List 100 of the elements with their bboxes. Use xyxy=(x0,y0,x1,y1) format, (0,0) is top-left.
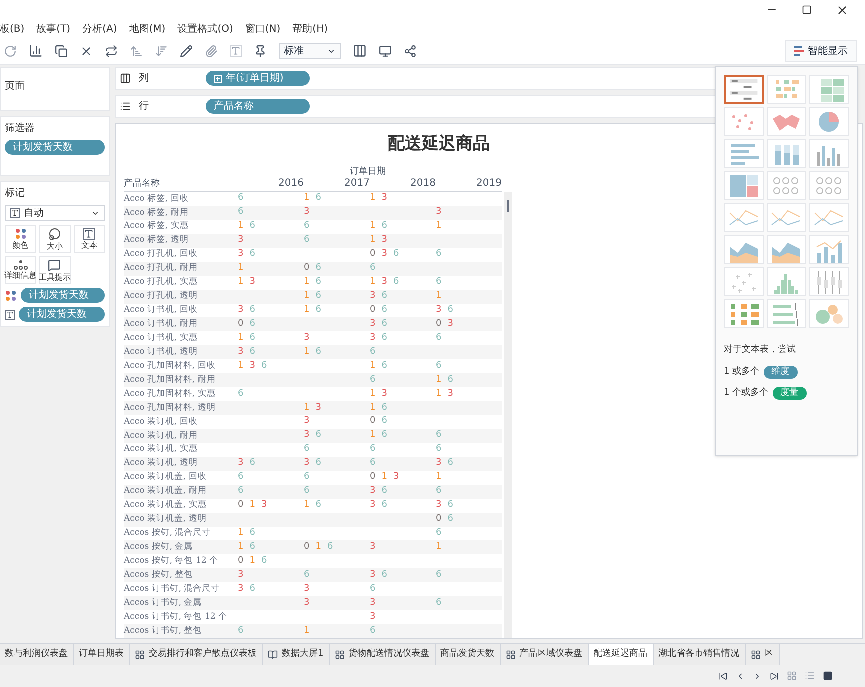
duplicate-icon[interactable] xyxy=(55,44,68,58)
sheet-tab[interactable]: 数据大屏1 xyxy=(263,644,330,665)
text-icon[interactable] xyxy=(230,45,242,57)
sort-ascending-icon[interactable] xyxy=(130,44,143,58)
sheet-tab[interactable]: 区 xyxy=(746,644,780,665)
menu-item[interactable]: 帮助(H) xyxy=(292,22,328,36)
value-mark: 6 xyxy=(393,278,400,288)
paperclip-icon[interactable] xyxy=(205,44,218,58)
value-mark: 1 xyxy=(436,390,442,399)
dashboard-icon xyxy=(135,650,145,660)
value-mark: 1 xyxy=(304,194,310,204)
dashboard-icon xyxy=(750,650,761,660)
product-name-cell-text: Accos 按钉, 金属 xyxy=(124,541,194,554)
product-name-cell-text: Accos 订书钉, 每包 12 个 xyxy=(124,610,228,624)
close-icon[interactable] xyxy=(836,4,849,16)
pin-icon[interactable] xyxy=(254,44,267,58)
value-mark: 3 xyxy=(261,501,268,510)
expand-icon[interactable] xyxy=(214,74,222,82)
menu-item[interactable]: 地图(M) xyxy=(129,22,166,36)
new-worksheet-icon[interactable] xyxy=(29,44,43,58)
sheet-tab[interactable]: 商品发货天数 xyxy=(436,644,501,665)
value-mark: 0 xyxy=(370,417,376,426)
value-mark: 6 xyxy=(316,431,322,440)
menu-item[interactable]: 窗口(N) xyxy=(245,22,281,36)
value-mark: 3 xyxy=(250,362,256,371)
value-mark: 3 xyxy=(304,417,310,426)
value-mark: 6 xyxy=(250,334,256,343)
next-sheet-icon[interactable] xyxy=(753,672,762,680)
previous-sheet-icon[interactable] xyxy=(736,672,745,680)
value-mark: 3 xyxy=(370,501,376,510)
sheet-tab[interactable]: 湖北省各市销售情况 xyxy=(654,644,746,665)
value-mark: 6 xyxy=(316,306,322,315)
last-sheet-icon[interactable] xyxy=(770,672,779,680)
product-name-cell-text: Acco 标签, 耐用 xyxy=(124,206,190,220)
value-mark: 6 xyxy=(382,501,388,510)
value-mark: 6 xyxy=(250,348,256,357)
mark-property-button[interactable]: 工具提示 xyxy=(39,256,71,284)
value-mark: 1 xyxy=(250,501,256,510)
sheet-tab[interactable]: 货物配送情况仪表盘 xyxy=(330,644,436,665)
sheet-tab[interactable]: 配送延迟商品 xyxy=(588,644,654,665)
mark-property-button[interactable]: 文本 xyxy=(74,225,105,253)
value-mark: 0 xyxy=(304,542,310,552)
product-name-cell-text: Acco 装订机盖, 透明 xyxy=(124,513,208,526)
dimension-pill: 维度 xyxy=(764,366,798,379)
maximize-icon[interactable] xyxy=(802,5,812,15)
requirement-label: 1 或多个 xyxy=(724,366,760,378)
tabs-view-icon[interactable] xyxy=(823,671,833,681)
value-mark: 3 xyxy=(238,306,244,315)
value-mark: 6 xyxy=(382,431,388,440)
value-mark: 3 xyxy=(304,584,310,594)
mark-property-button[interactable]: 详细信息 xyxy=(5,256,36,284)
menu-item[interactable]: 板(B) xyxy=(0,22,25,36)
mark-property-button[interactable]: 颜色 xyxy=(5,225,36,253)
menu-item[interactable]: 设置格式(O) xyxy=(178,22,234,36)
value-mark: 6 xyxy=(238,473,244,482)
chart-type-thumbnail[interactable] xyxy=(724,75,764,104)
show-me-button[interactable]: 智能显示 xyxy=(785,40,857,62)
value-mark: 6 xyxy=(370,626,376,636)
fit-dropdown[interactable]: 标准 xyxy=(279,43,341,59)
value-mark: 6 xyxy=(304,570,310,580)
menu-item[interactable]: 分析(A) xyxy=(82,22,118,36)
value-mark: 1 xyxy=(316,542,322,552)
redo-icon[interactable] xyxy=(4,44,17,58)
product-name-cell-text: Accos 订书钉, 整包 xyxy=(124,624,204,638)
scrollbar[interactable] xyxy=(504,192,512,638)
mark-type-dropdown[interactable]: 自动 xyxy=(5,205,105,221)
value-mark: 0 xyxy=(370,473,376,482)
sheet-tab[interactable]: 交易排行和客户散点仪表板 xyxy=(130,644,263,665)
swap-icon[interactable] xyxy=(105,44,118,58)
mark-property-button[interactable]: 大小 xyxy=(39,225,71,253)
value-mark: 6 xyxy=(238,626,244,636)
value-mark: 6 xyxy=(250,306,256,315)
highlight-pen-icon[interactable] xyxy=(180,44,193,58)
presentation-icon[interactable] xyxy=(379,44,392,58)
sheet-tab[interactable]: 产品区域仪表盘 xyxy=(500,644,589,665)
value-mark: 6 xyxy=(250,528,256,538)
dashboard-icon xyxy=(506,650,516,660)
first-sheet-icon[interactable] xyxy=(719,672,728,680)
value-mark: 1 xyxy=(370,236,376,246)
product-name-cell-text: Accos 按钉, 每包 12 个 xyxy=(124,554,220,568)
value-mark: 6 xyxy=(436,362,442,371)
value-mark: 6 xyxy=(238,194,244,204)
filmstrip-icon[interactable] xyxy=(805,671,815,681)
sheet-tab[interactable]: 数与利润仪表盘 xyxy=(0,644,74,665)
value-mark: 6 xyxy=(370,459,376,468)
value-mark: 6 xyxy=(382,334,388,343)
sort-descending-icon[interactable] xyxy=(155,44,168,58)
clear-sheet-icon[interactable] xyxy=(80,44,93,58)
value-mark: 6 xyxy=(382,362,388,371)
sheet-tab[interactable]: 订单日期表 xyxy=(74,644,130,665)
show-cards-icon[interactable] xyxy=(353,44,367,58)
value-mark: 1 xyxy=(304,501,310,510)
show-me-icon xyxy=(794,46,804,56)
sheet-sorter-icon[interactable] xyxy=(787,671,797,681)
value-mark: 6 xyxy=(250,584,256,594)
row-header: 产品名称 xyxy=(124,178,161,190)
value-mark: 0 xyxy=(238,320,244,329)
share-icon[interactable] xyxy=(404,44,417,58)
value-mark: 6 xyxy=(304,473,310,482)
menu-item[interactable]: 故事(T) xyxy=(36,22,71,36)
